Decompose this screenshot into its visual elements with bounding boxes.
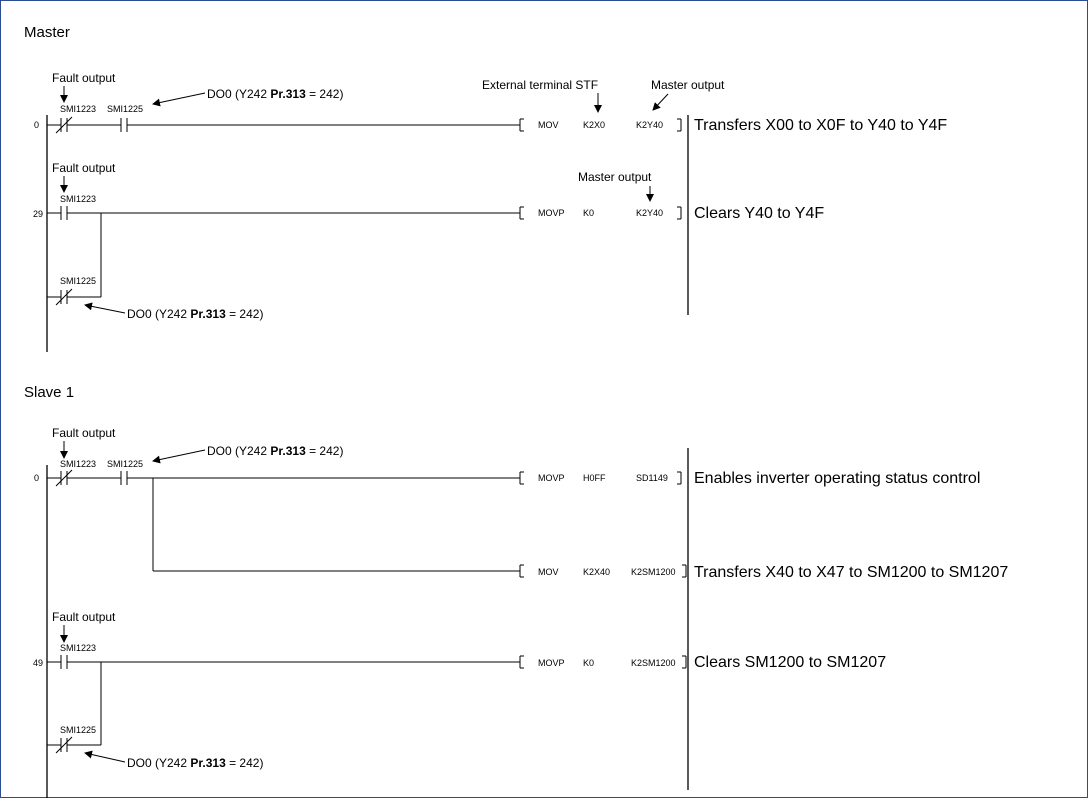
do0-annotation: DO0 (Y242 Pr.313 = 242) xyxy=(207,444,343,458)
instruction-destination: K2Y40 xyxy=(636,120,663,130)
instruction-mnemonic: MOVP xyxy=(538,658,565,668)
do0-arrow xyxy=(84,302,126,314)
do0-annotation: DO0 (Y242 Pr.313 = 242) xyxy=(127,307,263,321)
instruction-source: K2X40 xyxy=(583,567,610,577)
fault-output-label: Fault output xyxy=(52,610,116,624)
rung-comment: Clears SM1200 to SM1207 xyxy=(694,654,886,671)
fault-output-label: Fault output xyxy=(52,71,116,85)
contact-label: SMI1225 xyxy=(60,725,96,735)
rung-step: 0 xyxy=(34,473,39,483)
instruction-destination: K2SM1200 xyxy=(631,567,676,577)
instruction-mnemonic: MOVP xyxy=(538,473,565,483)
contact-label: SMI1225 xyxy=(107,459,143,469)
contact-label: SMI1223 xyxy=(60,459,96,469)
do0-annotation: DO0 (Y242 Pr.313 = 242) xyxy=(127,756,263,770)
rung-comment: Transfers X00 to X0F to Y40 to Y4F xyxy=(694,117,947,134)
master-output-arrow xyxy=(652,93,669,111)
instruction-source: K0 xyxy=(583,658,594,668)
instruction-source: K0 xyxy=(583,208,594,218)
master-output-label: Master output xyxy=(651,78,725,92)
section-title-slave-1: Slave 1 xyxy=(24,384,74,401)
instruction-source: H0FF xyxy=(583,473,606,483)
rung-step: 29 xyxy=(33,209,43,219)
rung-comment: Transfers X40 to X47 to SM1200 to SM1207 xyxy=(694,564,1008,581)
external-terminal-stf-label: External terminal STF xyxy=(482,78,598,92)
contact-label: SMI1223 xyxy=(60,104,96,114)
instruction-destination: K2SM1200 xyxy=(631,658,676,668)
instruction-mnemonic: MOV xyxy=(538,567,559,577)
contact-label: SMI1225 xyxy=(60,276,96,286)
rung-comment: Enables inverter operating status contro… xyxy=(694,470,980,487)
do0-annotation: DO0 (Y242 Pr.313 = 242) xyxy=(207,87,343,101)
fault-output-label: Fault output xyxy=(52,161,116,175)
instruction-destination: K2Y40 xyxy=(636,208,663,218)
do0-arrow xyxy=(152,92,206,107)
rung-step: 0 xyxy=(34,120,39,130)
instruction-mnemonic: MOV xyxy=(538,120,559,130)
no-contact-smi1225 xyxy=(120,118,128,132)
rung-step: 49 xyxy=(33,658,43,668)
contact-label: SMI1223 xyxy=(60,194,96,204)
do0-arrow xyxy=(152,449,206,464)
no-contact-smi1223 xyxy=(60,206,68,220)
section-title-master: Master xyxy=(24,24,70,41)
rung-comment: Clears Y40 to Y4F xyxy=(694,205,824,222)
no-contact-smi1225 xyxy=(120,471,128,485)
instruction-mnemonic: MOVP xyxy=(538,208,565,218)
contact-label: SMI1223 xyxy=(60,643,96,653)
ladder-diagram: Master Fault output 0 SMI1223 SMI1225 MO… xyxy=(24,24,1008,798)
contact-label: SMI1225 xyxy=(107,104,143,114)
no-contact-smi1223 xyxy=(60,655,68,669)
fault-output-label: Fault output xyxy=(52,426,116,440)
instruction-source: K2X0 xyxy=(583,120,605,130)
instruction-destination: SD1149 xyxy=(636,473,668,483)
do0-arrow xyxy=(84,750,126,763)
master-output-label: Master output xyxy=(578,170,652,184)
